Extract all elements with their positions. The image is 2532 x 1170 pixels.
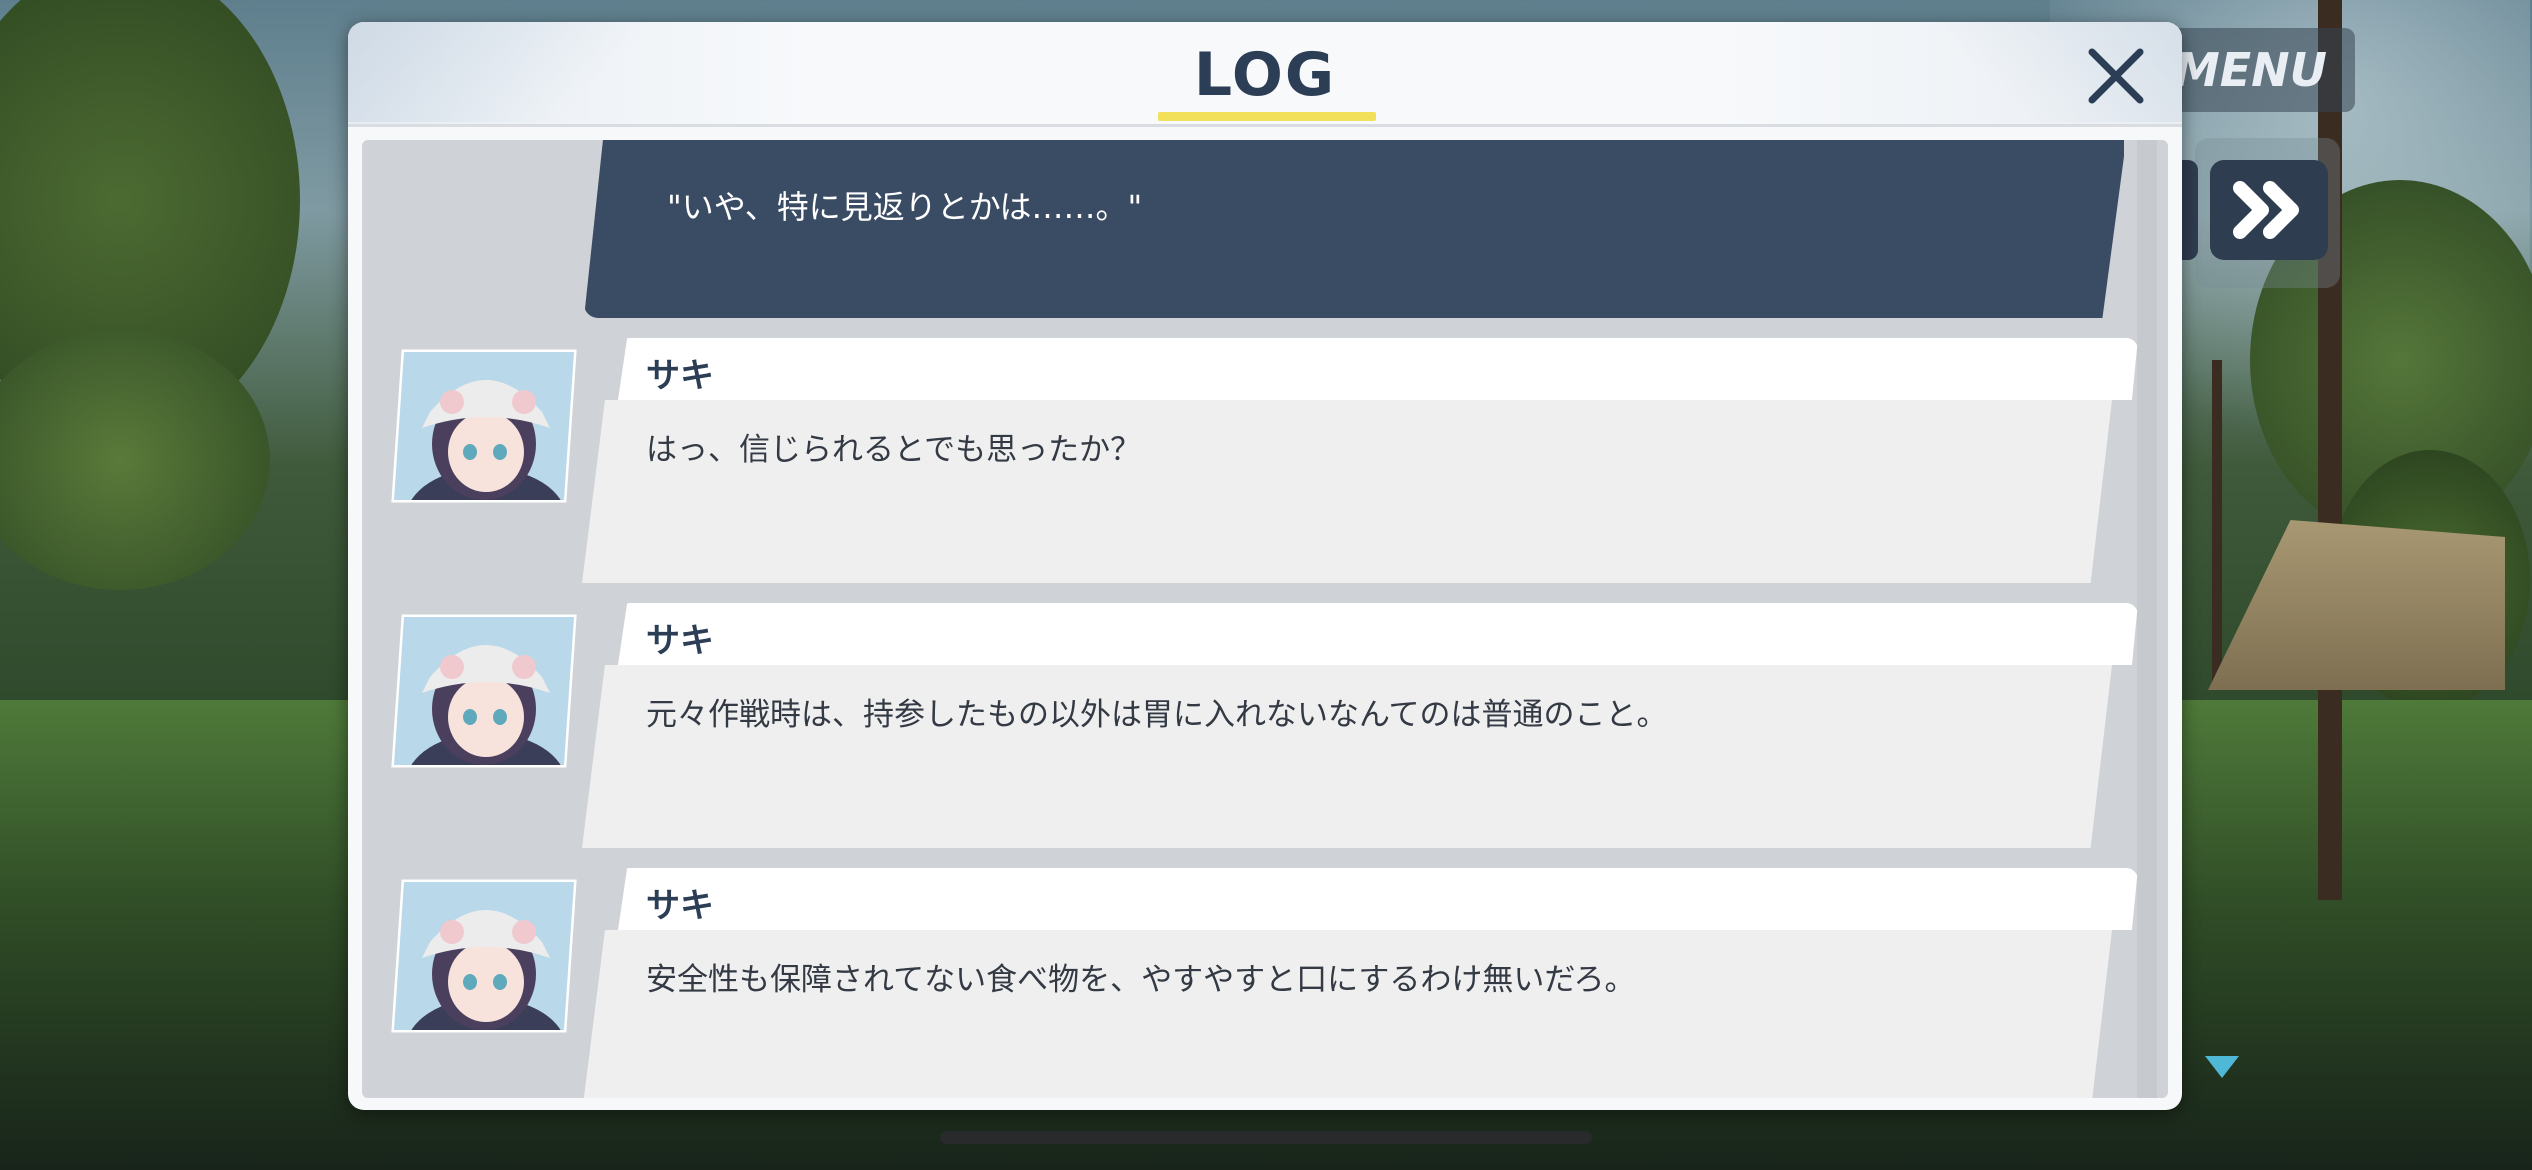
page-title: LOG [1193,40,1337,110]
fast-forward-icon [2233,181,2299,239]
speaker-bar [618,338,2138,400]
log-entry: サキ 安全性も保障されてない食べ物を、やすやすと口にするわけ無いだろ。 [362,868,2142,1098]
log-entry: サキ はっ、信じられるとでも思ったか？ [362,338,2142,588]
dialogue-bubble: サキ 安全性も保障されてない食べ物を、やすやすと口にするわけ無いだろ。 [582,868,2138,1098]
avatar [390,878,578,1034]
player-choice-bubble [584,140,2124,318]
fast-forward-button[interactable] [2210,160,2328,260]
speaker-bar [618,603,2138,665]
menu-button[interactable]: MENU [2170,28,2355,112]
speaker-name: サキ [646,356,714,396]
log-panel: LOG "いや、特に見返りとかは……。" サキ はっ、信じられるとでも思ったか？… [348,22,2182,1110]
triangle-down-icon [2205,1056,2239,1078]
pole [2318,0,2342,900]
dialogue-text: はっ、信じられるとでも思ったか？ [646,432,1142,468]
avatar [390,613,578,769]
pole [2212,360,2222,690]
tent [2208,520,2505,690]
log-list[interactable]: "いや、特に見返りとかは……。" サキ はっ、信じられるとでも思ったか？ サキ … [362,140,2168,1098]
log-entry: サキ 元々作戦時は、持参したもの以外は胃に入れないなんてのは普通のこと。 [362,603,2142,853]
speaker-bar [618,868,2138,930]
panel-header: LOG [348,22,2182,127]
dialogue-text: 安全性も保障されてない食べ物を、やすやすと口にするわけ無いだろ。 [646,962,1636,998]
close-icon [2088,48,2144,104]
dialogue-bubble: サキ はっ、信じられるとでも思ったか？ [582,338,2138,583]
player-choice-text: "いや、特に見返りとかは……。" [667,188,1143,226]
home-indicator[interactable] [940,1131,1592,1144]
avatar [390,348,578,504]
dialogue-bubble: サキ 元々作戦時は、持参したもの以外は胃に入れないなんてのは普通のこと。 [582,603,2138,848]
speaker-name: サキ [646,621,714,661]
speaker-name: サキ [646,886,714,926]
close-button[interactable] [2078,38,2154,114]
title-underline [1158,112,1376,121]
dialogue-text: 元々作戦時は、持参したもの以外は胃に入れないなんてのは普通のこと。 [646,697,1668,733]
